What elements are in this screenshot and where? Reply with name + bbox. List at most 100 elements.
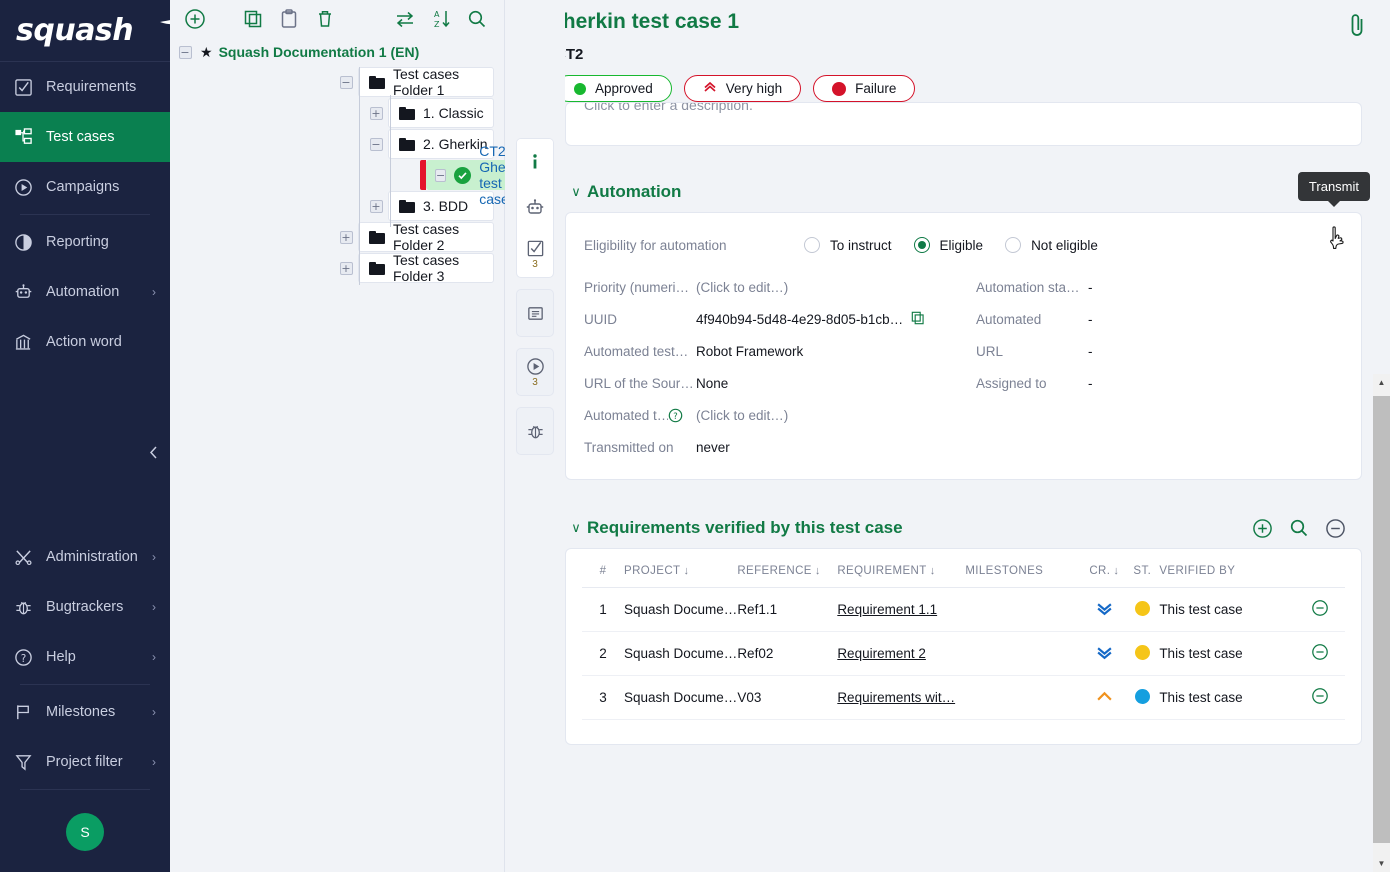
tree-row: + 3. BDD (170, 191, 504, 221)
copy-icon[interactable] (238, 4, 268, 34)
tree-node-toggle[interactable]: + (367, 107, 385, 120)
radio-input[interactable] (804, 237, 820, 253)
tab-test-steps[interactable]: 3 (516, 231, 554, 277)
sidebar-divider (20, 684, 150, 685)
status-badge-importance[interactable]: Very high (684, 75, 801, 102)
tree-node-toggle[interactable]: − (337, 76, 355, 89)
tree-root-toggle[interactable]: − (176, 46, 194, 59)
move-icon[interactable] (390, 4, 420, 34)
requirements-card: # PROJECT↓ REFERENCE↓ REQUIREMENT↓ MILES… (565, 548, 1362, 745)
sidebar-item-bugtrackers[interactable]: Bugtrackers › (0, 582, 170, 632)
sort-az-icon[interactable]: AZ (426, 4, 456, 34)
status-badge-execution[interactable]: Failure (813, 75, 915, 102)
requirement-link[interactable]: Requirement 2 (837, 646, 926, 661)
sidebar-item-label: Help (40, 649, 152, 665)
field-value[interactable]: (Click to edit…) (696, 280, 788, 295)
tree-root-node[interactable]: − ★ Squash Documentation 1 (EN) (170, 38, 504, 66)
column-header-criticality[interactable]: CR.↓ (1083, 549, 1125, 588)
sidebar-item-campaigns[interactable]: Campaigns (0, 162, 170, 212)
tree-node-toggle[interactable]: + (337, 262, 355, 275)
svg-text:?: ? (673, 410, 677, 420)
radio-input[interactable] (914, 237, 930, 253)
field-label: Automation sta… (976, 280, 1088, 295)
sidebar-item-test-cases[interactable]: Test cases (0, 112, 170, 162)
remove-icon[interactable] (1311, 693, 1329, 708)
table-row[interactable]: 1 Squash Docume… Ref1.1 Requirement 1.1 … (582, 588, 1345, 632)
add-requirement-icon[interactable] (1252, 518, 1273, 539)
sidebar-item-action-word[interactable]: Action word (0, 317, 170, 367)
sidebar-item-reporting[interactable]: Reporting (0, 217, 170, 267)
search-icon[interactable] (462, 4, 492, 34)
bug-icon (526, 422, 545, 441)
add-icon[interactable] (180, 4, 210, 34)
description-card[interactable]: Click to enter a description. (565, 102, 1362, 146)
tab-issues[interactable] (516, 408, 554, 454)
tree-node-folder[interactable]: 3. BDD (388, 191, 494, 221)
table-row[interactable]: 3 Squash Docume… V03 Requirements wit… T… (582, 676, 1345, 720)
sidebar-item-milestones[interactable]: Milestones › (0, 687, 170, 737)
remove-requirement-icon[interactable] (1325, 518, 1346, 539)
sidebar-item-administration[interactable]: Administration › (0, 532, 170, 582)
requirement-link[interactable]: Requirement 1.1 (837, 602, 937, 617)
svg-text:?: ? (21, 652, 27, 664)
delete-icon[interactable] (310, 4, 340, 34)
test-case-header: « Gherkin test case 1 CT2 Approved Very … (505, 0, 1390, 102)
avatar[interactable]: S (66, 813, 104, 851)
radio-eligible[interactable]: Eligible (914, 237, 984, 253)
scroll-up-arrow-icon[interactable]: ▲ (1373, 374, 1390, 391)
tab-automation[interactable] (516, 185, 554, 231)
tree-node-label: 2. Gherkin (423, 136, 488, 152)
tree-node-folder[interactable]: Test cases Folder 3 (358, 253, 494, 283)
column-header-requirement[interactable]: REQUIREMENT↓ (837, 549, 965, 588)
search-icon[interactable] (1289, 518, 1309, 538)
field-value[interactable]: (Click to edit…) (696, 408, 788, 423)
paste-icon[interactable] (274, 4, 304, 34)
tree-node-folder[interactable]: 2. Gherkin (388, 129, 494, 159)
tree-node-toggle[interactable]: + (367, 200, 385, 213)
field-value: - (1088, 312, 1093, 327)
paperclip-icon[interactable] (1346, 12, 1368, 43)
sidebar-item-project-filter[interactable]: Project filter › (0, 737, 170, 787)
tree-node-toggle[interactable]: + (337, 231, 355, 244)
robot-icon (14, 283, 40, 302)
cell-verified-by: This test case (1159, 676, 1295, 720)
tree-node-folder[interactable]: Test cases Folder 1 (358, 67, 494, 97)
scroll-down-arrow-icon[interactable]: ▼ (1373, 855, 1390, 872)
remove-icon[interactable] (1311, 649, 1329, 664)
folder-icon (399, 200, 415, 213)
tree-node-folder[interactable]: 1. Classic (388, 98, 494, 128)
copy-icon[interactable] (911, 311, 925, 328)
sidebar-item-automation[interactable]: Automation › (0, 267, 170, 317)
field-value: - (1088, 344, 1093, 359)
table-row[interactable]: 2 Squash Docume… Ref02 Requirement 2 Thi… (582, 632, 1345, 676)
app-logo[interactable]: squash (0, 0, 170, 62)
tab-information[interactable] (516, 139, 554, 185)
tree-toggle-glyph[interactable]: − (435, 169, 446, 182)
tab-executions[interactable]: 3 (516, 349, 554, 395)
tree-row: − 2. Gherkin (170, 129, 504, 159)
chevron-down-icon[interactable]: ∨ (565, 184, 587, 200)
radio-input[interactable] (1005, 237, 1021, 253)
tree-node-folder[interactable]: Test cases Folder 2 (358, 222, 494, 252)
scrollbar-thumb[interactable] (1373, 396, 1390, 843)
vertical-scrollbar[interactable]: ▲ ▼ (1373, 374, 1390, 872)
automation-fields-right: Automation sta… - Automated - URL - (976, 271, 1093, 463)
sidebar-item-requirements[interactable]: Requirements (0, 62, 170, 112)
remove-icon[interactable] (1311, 605, 1329, 620)
status-badge-approved[interactable]: Approved (555, 75, 672, 102)
tab-parameters[interactable] (516, 290, 554, 336)
column-header-project[interactable]: PROJECT↓ (624, 549, 737, 588)
status-dot-icon (574, 83, 586, 95)
column-header-index: # (582, 549, 624, 588)
requirement-link[interactable]: Requirements wit… (837, 690, 955, 705)
radio-not-eligible[interactable]: Not eligible (1005, 237, 1098, 253)
field-automated-test-technology: Automated test… Robot Framework (584, 335, 976, 367)
question-circle-icon[interactable]: ? (668, 408, 696, 423)
sidebar-item-help[interactable]: ? Help › (0, 632, 170, 682)
scrollable-detail-body: Click to enter a description. ∨ Automati… (505, 102, 1390, 872)
sidebar-collapse-button[interactable] (147, 445, 160, 464)
radio-to-instruct[interactable]: To instruct (804, 237, 892, 253)
column-header-reference[interactable]: REFERENCE↓ (737, 549, 837, 588)
tree-node-toggle[interactable]: − (367, 138, 385, 151)
chevron-down-icon[interactable]: ∨ (565, 520, 587, 536)
